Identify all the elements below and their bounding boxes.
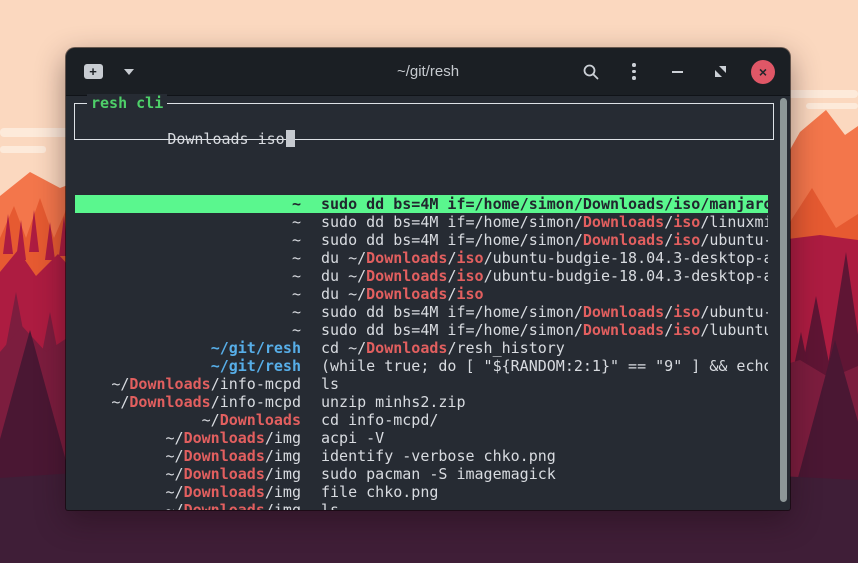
history-list: ~ sudo dd bs=4M if=/home/simon/Downloads/… xyxy=(75,195,768,510)
scrollbar[interactable] xyxy=(780,98,787,502)
row-command: unzip minhs2.zip xyxy=(321,393,768,411)
row-command: cd info-mcpd/ xyxy=(321,411,768,429)
column-gap xyxy=(301,339,321,357)
resh-search-box[interactable]: resh cli Downloads iso xyxy=(74,103,774,140)
row-command: (while true; do [ "${RANDOM:2:1}" == "9"… xyxy=(321,357,768,375)
row-context: ~/Downloads/img xyxy=(75,501,301,510)
column-gap xyxy=(301,411,321,429)
row-command: file chko.png xyxy=(321,483,768,501)
column-gap xyxy=(301,447,321,465)
row-context: ~ xyxy=(75,267,301,285)
new-tab-icon: + xyxy=(84,64,103,79)
row-command: sudo dd bs=4M if=/home/simon/Downloads/i… xyxy=(321,231,768,249)
history-row[interactable]: ~/Downloads/img sudo pacman -S imagemagic… xyxy=(75,465,768,483)
column-gap xyxy=(301,195,321,213)
row-command: sudo dd bs=4M if=/home/simon/Downloads/i… xyxy=(321,321,768,339)
row-command: acpi -V xyxy=(321,429,768,447)
column-gap xyxy=(301,321,321,339)
row-command: sudo pacman -S imagemagick xyxy=(321,465,768,483)
row-context: ~/Downloads/info-mcpd xyxy=(75,393,301,411)
row-command: ls xyxy=(321,375,768,393)
column-gap xyxy=(301,375,321,393)
search-button[interactable] xyxy=(578,59,604,85)
resh-cli-label: resh cli xyxy=(87,94,167,112)
history-row[interactable]: ~/Downloads/img acpi -V xyxy=(75,429,768,447)
column-gap xyxy=(301,249,321,267)
close-icon: × xyxy=(751,60,775,84)
restore-icon xyxy=(715,66,726,77)
history-row[interactable]: ~/Downloads/info-mcpd ls xyxy=(75,375,768,393)
history-row[interactable]: ~/Downloads/info-mcpd unzip minhs2.zip xyxy=(75,393,768,411)
row-command: sudo dd bs=4M if=/home/simon/Downloads/i… xyxy=(321,303,768,321)
history-row[interactable]: ~/git/resh cd ~/Downloads/resh_history xyxy=(75,339,768,357)
row-context: ~ xyxy=(75,231,301,249)
column-gap xyxy=(301,213,321,231)
desktop: ~/git/resh + xyxy=(0,0,858,563)
history-row[interactable]: ~/Downloads/img identify -verbose chko.pn… xyxy=(75,447,768,465)
history-row-selected[interactable]: ~ sudo dd bs=4M if=/home/simon/Downloads/… xyxy=(75,195,768,213)
menu-kebab-icon xyxy=(632,63,636,80)
row-command: sudo dd bs=4M if=/home/simon/Downloads/i… xyxy=(321,213,768,231)
minimize-icon xyxy=(672,71,683,73)
text-cursor xyxy=(286,130,295,147)
row-context: ~/Downloads/img xyxy=(75,465,301,483)
row-command: du ~/Downloads/iso xyxy=(321,285,768,303)
dropdown-caret-icon xyxy=(124,69,134,75)
minimize-button[interactable] xyxy=(664,59,690,85)
row-command: du ~/Downloads/iso/ubuntu-budgie-18.04.3… xyxy=(321,267,768,285)
row-context: ~/Downloads/img xyxy=(75,483,301,501)
row-context: ~/git/resh xyxy=(75,339,301,357)
history-row[interactable]: ~ sudo dd bs=4M if=/home/simon/Downloads/… xyxy=(75,321,768,339)
column-gap xyxy=(301,303,321,321)
column-gap xyxy=(301,231,321,249)
search-input[interactable]: Downloads iso xyxy=(77,112,295,166)
terminal-content: resh cli Downloads iso ~ sudo dd bs=4M if… xyxy=(66,96,790,510)
column-gap xyxy=(301,501,321,510)
history-row[interactable]: ~ sudo dd bs=4M if=/home/simon/Downloads/… xyxy=(75,231,768,249)
column-gap xyxy=(301,285,321,303)
titlebar: ~/git/resh + xyxy=(66,48,790,96)
row-command: ls xyxy=(321,501,768,510)
row-context: ~ xyxy=(75,321,301,339)
terminal-window: ~/git/resh + xyxy=(66,48,790,510)
history-row[interactable]: ~ sudo dd bs=4M if=/home/simon/Downloads/… xyxy=(75,303,768,321)
column-gap xyxy=(301,393,321,411)
history-row[interactable]: ~/Downloads/img ls xyxy=(75,501,768,510)
history-row[interactable]: ~ du ~/Downloads/iso xyxy=(75,285,768,303)
close-button[interactable]: × xyxy=(750,59,776,85)
column-gap xyxy=(301,357,321,375)
history-row[interactable]: ~/git/resh (while true; do [ "${RANDOM:2:… xyxy=(75,357,768,375)
row-context: ~/Downloads/img xyxy=(75,447,301,465)
row-context: ~ xyxy=(75,285,301,303)
history-row[interactable]: ~ du ~/Downloads/iso/ubuntu-budgie-18.04.… xyxy=(75,267,768,285)
row-command: identify -verbose chko.png xyxy=(321,447,768,465)
column-gap xyxy=(301,267,321,285)
column-gap xyxy=(301,429,321,447)
history-row[interactable]: ~ sudo dd bs=4M if=/home/simon/Downloads/… xyxy=(75,213,768,231)
row-context: ~/Downloads/img xyxy=(75,429,301,447)
history-row[interactable]: ~/Downloads/img file chko.png xyxy=(75,483,768,501)
row-command: sudo dd bs=4M if=/home/simon/Downloads/i… xyxy=(321,195,768,213)
row-context: ~ xyxy=(75,303,301,321)
restore-button[interactable] xyxy=(707,59,733,85)
row-context: ~/Downloads xyxy=(75,411,301,429)
row-context: ~ xyxy=(75,249,301,267)
new-tab-button[interactable]: + xyxy=(80,59,106,85)
row-context: ~/git/resh xyxy=(75,357,301,375)
column-gap xyxy=(301,465,321,483)
row-command: cd ~/Downloads/resh_history xyxy=(321,339,768,357)
search-query-text: Downloads iso xyxy=(167,130,284,148)
menu-button[interactable] xyxy=(621,59,647,85)
row-context: ~ xyxy=(75,213,301,231)
tab-chooser-button[interactable] xyxy=(116,59,142,85)
row-context: ~/Downloads/info-mcpd xyxy=(75,375,301,393)
history-row[interactable]: ~ du ~/Downloads/iso/ubuntu-budgie-18.04.… xyxy=(75,249,768,267)
history-row[interactable]: ~/Downloads cd info-mcpd/ xyxy=(75,411,768,429)
column-gap xyxy=(301,483,321,501)
search-icon xyxy=(582,63,600,81)
row-command: du ~/Downloads/iso/ubuntu-budgie-18.04.3… xyxy=(321,249,768,267)
row-context: ~ xyxy=(75,195,301,213)
